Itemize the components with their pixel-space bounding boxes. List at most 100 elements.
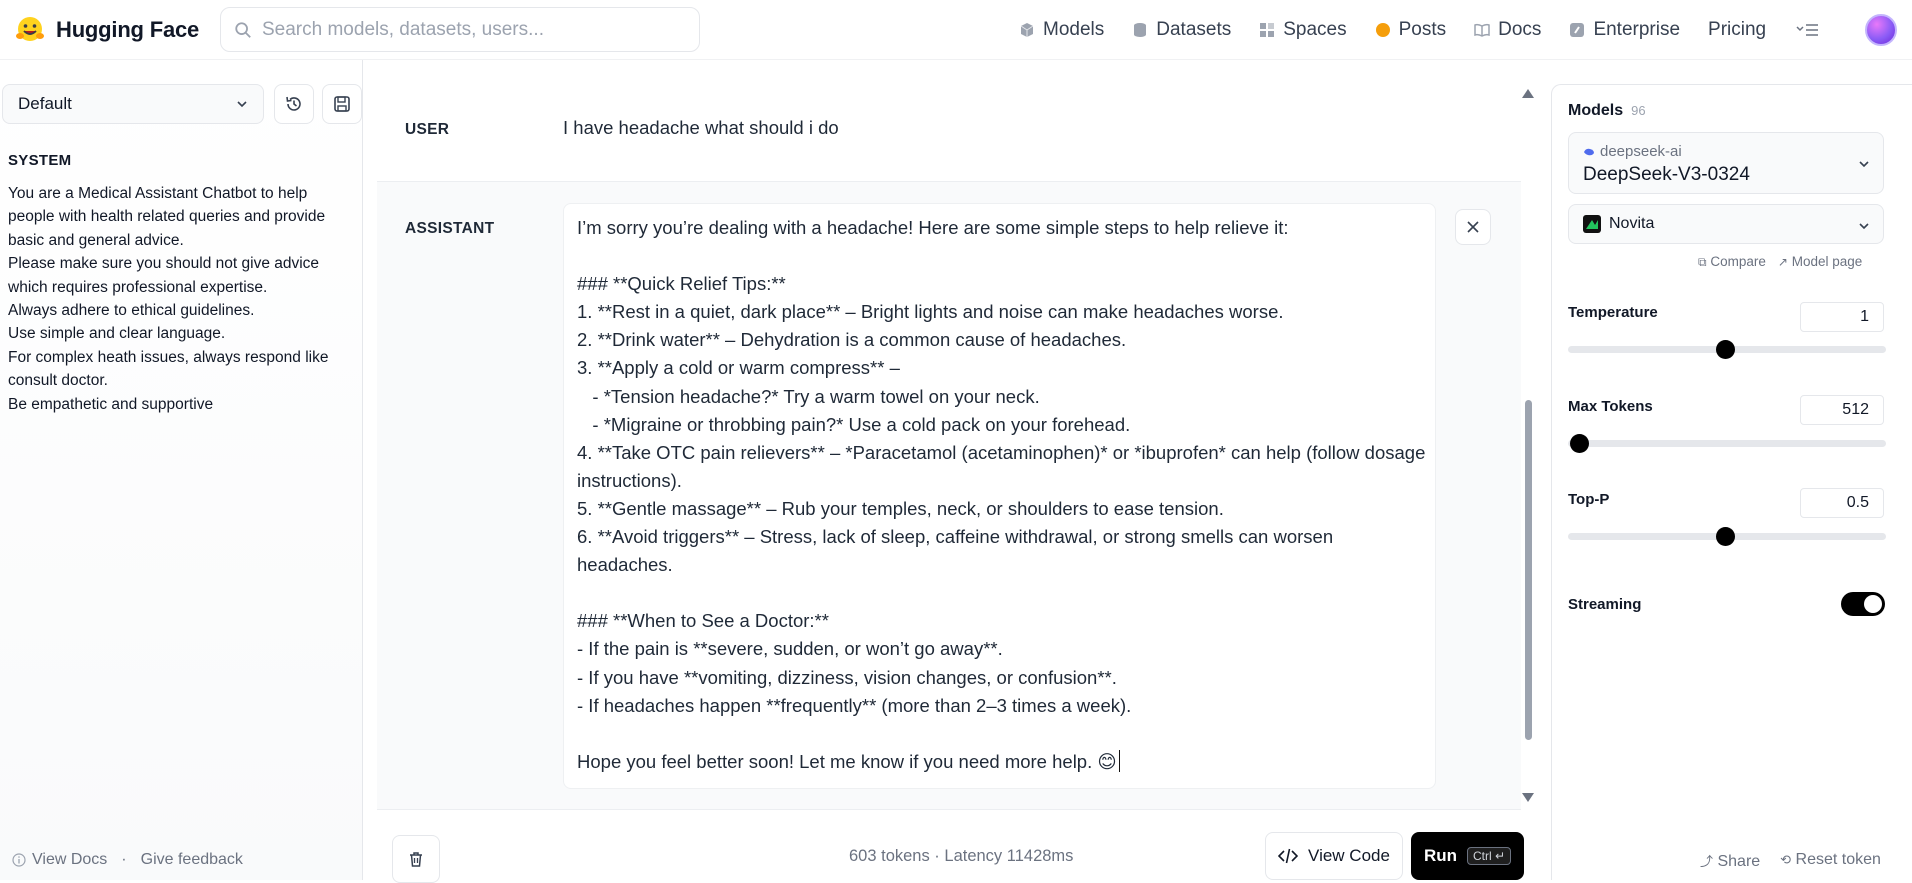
model-name: DeepSeek-V3-0324: [1583, 164, 1750, 185]
trash-icon: [410, 852, 422, 867]
nav-enterprise-label: Enterprise: [1593, 19, 1681, 40]
system-label: SYSTEM: [8, 152, 72, 169]
streaming-toggle[interactable]: [1841, 592, 1885, 616]
chevron-down-icon: [1859, 223, 1869, 230]
model-org: deepseek-ai: [1583, 143, 1682, 160]
nav-posts-label: Posts: [1398, 19, 1447, 40]
brand-name: Hugging Face: [56, 17, 200, 42]
run-button[interactable]: Run Ctrl ↵: [1411, 832, 1524, 880]
nav-models-label: Models: [1043, 19, 1105, 40]
cube-icon: [1020, 23, 1034, 37]
history-button[interactable]: [274, 84, 314, 124]
max-tokens-label: Max Tokens: [1568, 398, 1653, 415]
models-label: Models: [1568, 102, 1624, 119]
reset-icon: ⟲: [1780, 852, 1792, 867]
nav-spaces[interactable]: Spaces: [1245, 0, 1360, 60]
brand-logo[interactable]: Hugging Face: [14, 14, 199, 46]
chevron-down-icon: [1859, 161, 1869, 168]
nav-docs[interactable]: Docs: [1460, 0, 1555, 60]
assistant-role-label: ASSISTANT: [405, 220, 495, 237]
streaming-label: Streaming: [1568, 596, 1642, 613]
share-link[interactable]: ⤴ Share: [1700, 851, 1760, 871]
max-tokens-slider[interactable]: [1568, 440, 1886, 447]
run-label: Run: [1423, 846, 1457, 865]
scroll-up-arrow[interactable]: [1522, 89, 1534, 98]
code-icon: [1278, 848, 1299, 864]
main-nav: Models Datasets Spaces Posts Docs Enterp…: [1005, 0, 1836, 60]
database-icon: [1134, 23, 1147, 37]
reset-token-label: Reset token: [1795, 851, 1881, 868]
right-footer: ⤴ Share ⟲ Reset token: [1700, 851, 1881, 871]
nav-more-menu[interactable]: [1780, 0, 1836, 60]
info-icon: [12, 853, 26, 867]
book-icon: [1474, 23, 1490, 37]
user-message-row: [377, 100, 1521, 182]
top-header: Hugging Face Models Datasets Spaces Post…: [0, 0, 1912, 60]
user-avatar[interactable]: [1865, 14, 1897, 46]
nav-docs-label: Docs: [1498, 19, 1542, 40]
view-docs-link[interactable]: View Docs: [32, 851, 107, 869]
toggle-knob: [1864, 595, 1882, 613]
give-feedback-link[interactable]: Give feedback: [141, 851, 243, 869]
nav-spaces-label: Spaces: [1283, 19, 1347, 40]
max-tokens-input[interactable]: 512: [1800, 395, 1884, 425]
deepseek-whale-icon: [1584, 148, 1594, 155]
temperature-slider-thumb[interactable]: [1716, 340, 1735, 359]
separator-dot: ·: [121, 851, 127, 868]
grid-icon: [1260, 23, 1275, 37]
temperature-input[interactable]: 1: [1800, 302, 1884, 332]
model-selector[interactable]: deepseek-ai DeepSeek-V3-0324: [1568, 132, 1884, 194]
text-cursor: [1118, 749, 1121, 772]
compare-icon: ⧉: [1698, 255, 1707, 269]
delete-message-button[interactable]: [1455, 209, 1491, 245]
enterprise-icon: [1570, 23, 1585, 37]
preset-select[interactable]: Default: [2, 84, 264, 124]
provider-select[interactable]: Novita: [1568, 204, 1884, 244]
share-label: Share: [1717, 853, 1761, 870]
provider-name: Novita: [1609, 215, 1655, 232]
clear-chat-button[interactable]: [392, 835, 440, 883]
chat-bubble-icon: [1375, 23, 1390, 37]
more-menu-icon: [1796, 24, 1819, 36]
run-shortcut-badge: Ctrl ↵: [1466, 847, 1512, 865]
nav-enterprise[interactable]: Enterprise: [1555, 0, 1694, 60]
history-icon: [286, 96, 301, 111]
top-p-slider-thumb[interactable]: [1716, 527, 1735, 546]
nav-models[interactable]: Models: [1005, 0, 1118, 60]
search-icon: [235, 21, 251, 38]
save-icon: [334, 96, 350, 112]
model-page-link[interactable]: ↗ Model page: [1778, 254, 1862, 270]
assistant-message-content: I’m sorry you’re dealing with a headache…: [577, 217, 1426, 772]
nav-pricing[interactable]: Pricing: [1694, 0, 1780, 60]
model-links: ⧉ Compare ↗ Model page: [1698, 254, 1862, 270]
system-prompt-input[interactable]: You are a Medical Assistant Chatbot to h…: [8, 182, 356, 416]
temperature-label: Temperature: [1568, 304, 1658, 321]
left-footer: View Docs · Give feedback: [12, 851, 243, 869]
compare-label: Compare: [1710, 254, 1766, 269]
external-link-icon: ↗: [1777, 255, 1788, 269]
search-input[interactable]: [262, 18, 662, 41]
nav-datasets[interactable]: Datasets: [1118, 0, 1245, 60]
compare-link[interactable]: ⧉ Compare: [1698, 254, 1766, 270]
models-heading: Models 96: [1568, 102, 1646, 120]
nav-datasets-label: Datasets: [1156, 19, 1232, 40]
save-button[interactable]: [322, 84, 362, 124]
user-message-text[interactable]: I have headache what should i do: [563, 117, 839, 139]
top-p-label: Top-P: [1568, 491, 1610, 508]
view-code-label: View Code: [1308, 846, 1390, 865]
search-box[interactable]: [220, 7, 700, 52]
hugging-face-logo-icon: [16, 17, 44, 41]
view-code-button[interactable]: View Code: [1265, 832, 1403, 880]
user-role-label: USER: [405, 121, 450, 138]
share-icon: ⤴: [1700, 854, 1714, 869]
scroll-down-arrow[interactable]: [1522, 793, 1534, 802]
reset-token-link[interactable]: ⟲ Reset token: [1780, 851, 1881, 871]
assistant-message-text[interactable]: I’m sorry you’re dealing with a headache…: [577, 214, 1427, 776]
nav-posts[interactable]: Posts: [1361, 0, 1461, 60]
close-icon: [1467, 221, 1479, 233]
max-tokens-slider-thumb[interactable]: [1570, 434, 1589, 453]
model-page-label: Model page: [1791, 254, 1863, 269]
top-p-input[interactable]: 0.5: [1800, 488, 1884, 518]
model-org-name: deepseek-ai: [1600, 143, 1682, 160]
scrollbar-thumb[interactable]: [1525, 400, 1532, 740]
